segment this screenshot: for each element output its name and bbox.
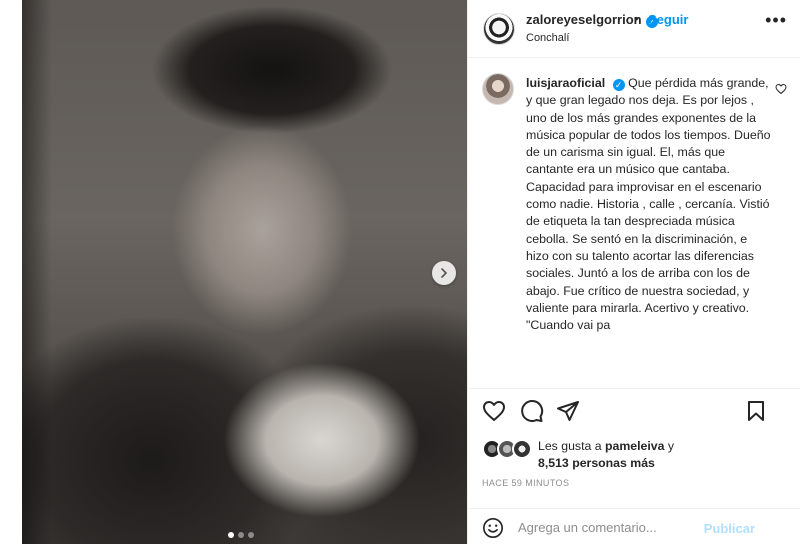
caption-text: Que pérdida más grande, y que gran legad… bbox=[526, 76, 771, 333]
post-timestamp[interactable]: Hace 59 minutos bbox=[482, 478, 569, 488]
liker-avatar[interactable] bbox=[512, 439, 532, 459]
emoji-icon[interactable] bbox=[482, 517, 504, 539]
more-options-icon[interactable]: ••• bbox=[765, 10, 787, 31]
like-comment-heart-icon[interactable] bbox=[775, 83, 787, 95]
follow-button[interactable]: Seguir bbox=[648, 12, 688, 27]
likes-text: Les gusta a pameleiva y 8,513 personas m… bbox=[538, 438, 674, 472]
likes-summary: Les gusta a pameleiva y 8,513 personas m… bbox=[468, 434, 800, 474]
post-media bbox=[0, 0, 467, 544]
carousel-next-button[interactable] bbox=[432, 261, 456, 285]
carousel-indicator bbox=[228, 532, 254, 538]
post-location[interactable]: Conchalí bbox=[526, 32, 569, 44]
likes-conjunction: y bbox=[667, 439, 675, 453]
liker-username[interactable]: pameleiva bbox=[605, 439, 664, 453]
header-separator: • bbox=[634, 11, 639, 26]
owner-username-text[interactable]: zaloreyeselgorrion bbox=[526, 12, 642, 27]
comment-input[interactable] bbox=[518, 517, 718, 537]
comment-bar: Publicar bbox=[468, 508, 800, 544]
chevron-right-icon bbox=[441, 268, 447, 278]
share-icon[interactable] bbox=[556, 399, 580, 423]
owner-avatar[interactable] bbox=[483, 13, 515, 45]
save-bookmark-icon[interactable] bbox=[744, 399, 768, 423]
like-heart-icon[interactable] bbox=[482, 399, 506, 423]
carousel-dot bbox=[238, 532, 244, 538]
post-header: zaloreyeselgorrion ✓ • Seguir Conchalí ••… bbox=[468, 0, 800, 58]
verified-badge-icon: ✓ bbox=[612, 79, 625, 91]
likes-prefix: Les gusta a bbox=[538, 439, 602, 453]
carousel-dot bbox=[228, 532, 234, 538]
caption-author-avatar[interactable] bbox=[482, 73, 514, 105]
post-actions bbox=[468, 388, 800, 434]
post-sidebar: zaloreyeselgorrion ✓ • Seguir Conchalí ••… bbox=[467, 0, 800, 544]
photo-edge-shade bbox=[22, 0, 52, 544]
likes-count[interactable]: 8,513 personas más bbox=[538, 456, 655, 470]
publish-button[interactable]: Publicar bbox=[704, 521, 755, 536]
caption-author-username[interactable]: luisjaraoficial bbox=[526, 76, 605, 90]
carousel-dot bbox=[248, 532, 254, 538]
post-photo[interactable] bbox=[22, 0, 467, 544]
comment-icon[interactable] bbox=[520, 399, 544, 423]
caption-area: luisjaraoficial ✓ Que pérdida más grande… bbox=[468, 58, 800, 388]
post-caption: luisjaraoficial ✓ Que pérdida más grande… bbox=[526, 75, 771, 334]
